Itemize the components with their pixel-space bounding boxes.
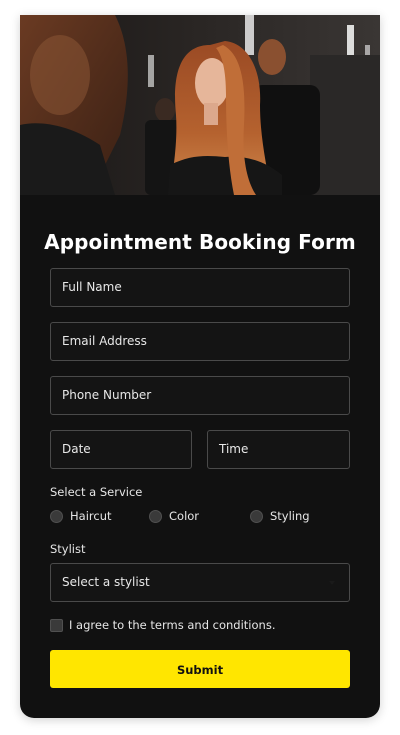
submit-button[interactable]: Submit — [50, 650, 350, 688]
email-field[interactable]: Email Address — [50, 322, 350, 361]
radio-label-styling: Styling — [270, 509, 310, 523]
radio-label-color: Color — [169, 509, 200, 523]
radio-haircut[interactable]: Haircut — [50, 508, 112, 524]
radio-label-haircut: Haircut — [70, 509, 112, 523]
form-title: Appointment Booking Form — [44, 230, 356, 254]
service-label: Select a Service — [50, 485, 143, 499]
full-name-field[interactable]: Full Name — [50, 268, 350, 307]
stylist-select[interactable]: Select a stylist — [50, 563, 350, 602]
stylist-label: Stylist — [50, 542, 86, 556]
phone-field[interactable]: Phone Number — [50, 376, 350, 415]
booking-card: Appointment Booking Form Full Name Email… — [20, 15, 380, 718]
stylist-select-value: Select a stylist — [62, 575, 150, 589]
time-field[interactable]: Time — [207, 430, 350, 469]
salon-hero-image — [20, 15, 380, 195]
radio-circle[interactable] — [50, 509, 63, 523]
radio-styling[interactable]: Styling — [250, 508, 310, 524]
chevron-down-icon — [329, 581, 335, 585]
terms-checkbox[interactable] — [50, 619, 63, 632]
radio-circle[interactable] — [149, 509, 162, 523]
date-field[interactable]: Date — [50, 430, 192, 469]
radio-circle[interactable] — [250, 509, 263, 523]
terms-label: I agree to the terms and conditions. — [69, 618, 276, 632]
radio-color[interactable]: Color — [149, 508, 199, 524]
